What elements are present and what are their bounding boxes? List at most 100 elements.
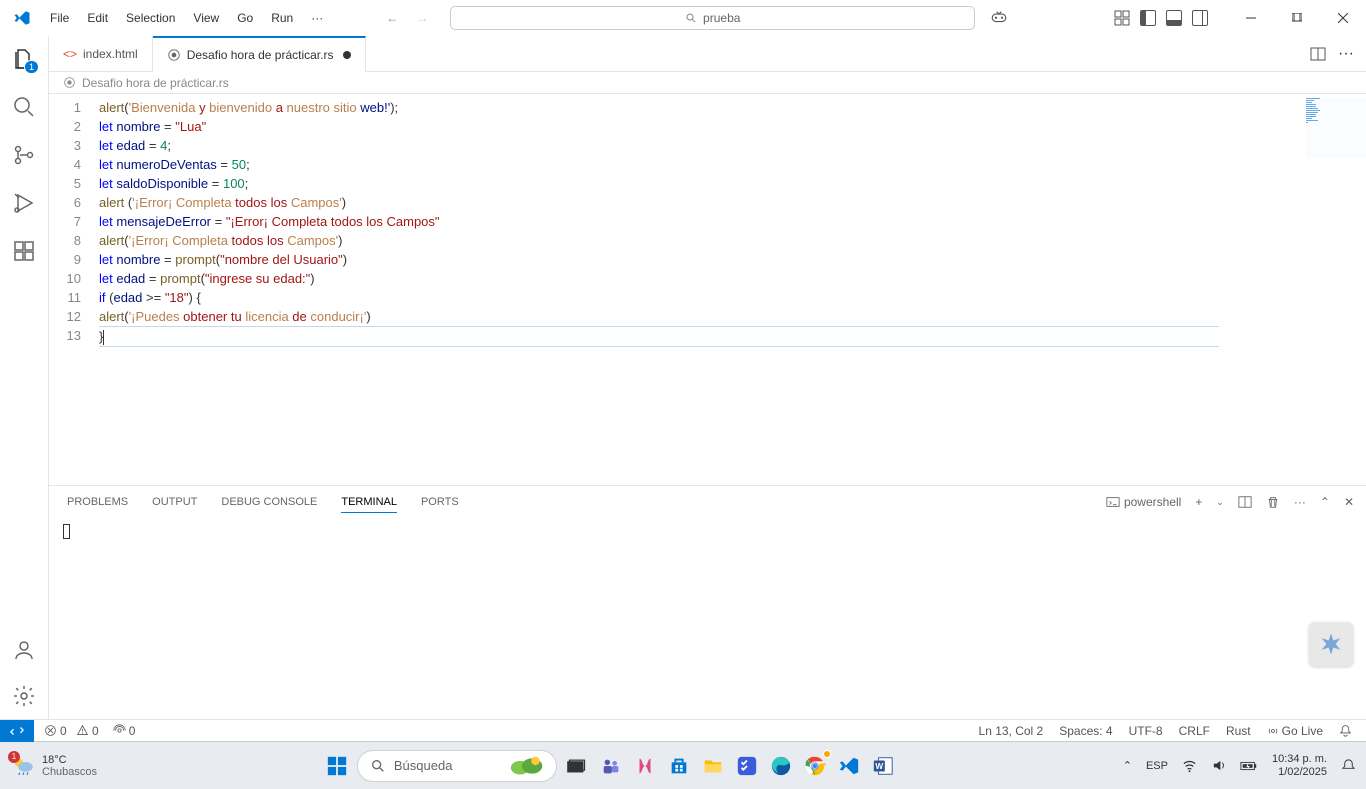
- panel-tab-terminal[interactable]: TERMINAL: [341, 492, 397, 513]
- file-explorer-icon[interactable]: [699, 752, 727, 780]
- tray-wifi-icon[interactable]: [1182, 758, 1197, 773]
- start-button-icon[interactable]: [323, 752, 351, 780]
- window-maximize-icon[interactable]: [1274, 0, 1320, 36]
- run-debug-icon[interactable]: [11, 190, 37, 216]
- split-editor-icon[interactable]: [1310, 46, 1326, 62]
- tray-volume-icon[interactable]: [1211, 758, 1226, 773]
- code-content[interactable]: alert('Bienvenida y bienvenido a nuestro…: [99, 94, 1366, 485]
- status-cursor-pos[interactable]: Ln 13, Col 2: [979, 724, 1044, 738]
- tray-language[interactable]: ESP: [1146, 760, 1168, 772]
- chrome-icon[interactable]: [801, 752, 829, 780]
- accounts-icon[interactable]: [11, 637, 37, 663]
- tray-notifications-icon[interactable]: [1341, 758, 1356, 773]
- menu-bar: File Edit Selection View Go Run ···: [42, 7, 331, 29]
- status-go-live[interactable]: Go Live: [1267, 724, 1323, 738]
- status-encoding[interactable]: UTF-8: [1129, 724, 1163, 738]
- settings-gear-icon[interactable]: [11, 683, 37, 709]
- tab-label: Desafio hora de prácticar.rs: [187, 48, 334, 62]
- explorer-badge: 1: [24, 60, 39, 74]
- status-spaces[interactable]: Spaces: 4: [1059, 724, 1112, 738]
- svg-text:W: W: [875, 761, 883, 770]
- rust-file-icon: [63, 76, 76, 89]
- activity-bar: 1: [0, 36, 48, 719]
- panel-close-icon[interactable]: ✕: [1344, 495, 1354, 509]
- todoist-icon[interactable]: [733, 752, 761, 780]
- explorer-icon[interactable]: 1: [11, 46, 37, 72]
- unsaved-indicator-icon: [343, 51, 351, 59]
- minimap[interactable]: ▬▬▬▬▬▬▬▬▬▬▬▬▬▬▬▬▬▬▬▬▬▬▬▬▬▬▬▬▬▬▬▬▬▬▬▬▬▬▬▬…: [1306, 98, 1366, 158]
- tray-clock[interactable]: 10:34 p. m. 1/02/2025: [1272, 753, 1327, 779]
- panel-tab-debug-console[interactable]: DEBUG CONSOLE: [221, 492, 317, 512]
- terminal[interactable]: [49, 518, 1366, 719]
- command-center-search[interactable]: prueba: [450, 6, 975, 30]
- copilot-taskbar-icon[interactable]: [631, 752, 659, 780]
- new-terminal-icon[interactable]: +: [1195, 495, 1202, 509]
- rust-file-icon: [167, 48, 181, 62]
- search-text: prueba: [703, 11, 740, 25]
- vscode-logo-icon: [12, 8, 32, 28]
- toggle-sidebar-right-icon[interactable]: [1192, 10, 1208, 26]
- search-icon[interactable]: [11, 94, 37, 120]
- tray-battery-icon[interactable]: [1240, 760, 1258, 772]
- tray-chevron-icon[interactable]: ⌃: [1123, 759, 1132, 772]
- taskbar-search-placeholder: Búsqueda: [394, 758, 453, 773]
- weather-widget[interactable]: 1 18°CChubascos: [10, 753, 97, 779]
- menu-edit[interactable]: Edit: [79, 7, 116, 29]
- line-numbers: 12345678910111213: [49, 94, 99, 485]
- teams-icon[interactable]: [597, 752, 625, 780]
- panel-tab-problems[interactable]: PROBLEMS: [67, 492, 128, 512]
- breadcrumb[interactable]: Desafio hora de prácticar.rs: [49, 72, 1366, 94]
- status-problems[interactable]: 0 0: [44, 724, 99, 738]
- terminal-cursor: [63, 524, 70, 539]
- panel-maximize-icon[interactable]: ⌃: [1320, 495, 1330, 509]
- tab-index-html[interactable]: <> index.html: [49, 36, 153, 71]
- source-control-icon[interactable]: [11, 142, 37, 168]
- nav-back-icon[interactable]: ←: [386, 11, 398, 25]
- windows-taskbar: 1 18°CChubascos Búsqueda W ⌃ ESP 10:34 p…: [0, 741, 1366, 789]
- remote-indicator-icon[interactable]: [0, 720, 34, 742]
- panel-tab-ports[interactable]: PORTS: [421, 492, 459, 512]
- status-bar: 0 0 0 Ln 13, Col 2 Spaces: 4 UTF-8 CRLF …: [0, 719, 1366, 741]
- more-actions-icon[interactable]: ···: [1338, 45, 1354, 63]
- window-minimize-icon[interactable]: [1228, 0, 1274, 36]
- extensions-icon[interactable]: [11, 238, 37, 264]
- microsoft-store-icon[interactable]: [665, 752, 693, 780]
- menu-view[interactable]: View: [185, 7, 227, 29]
- weather-desc: Chubascos: [42, 766, 97, 778]
- tab-desafio-rs[interactable]: Desafio hora de prácticar.rs: [153, 36, 367, 72]
- editor-tabs: <> index.html Desafio hora de prácticar.…: [49, 36, 1366, 72]
- terminal-shell-selector[interactable]: powershell: [1106, 495, 1181, 509]
- vscode-taskbar-icon[interactable]: [835, 752, 863, 780]
- status-language[interactable]: Rust: [1226, 724, 1251, 738]
- status-eol[interactable]: CRLF: [1179, 724, 1210, 738]
- layout-customize-icon[interactable]: [1114, 10, 1130, 26]
- copilot-floating-icon[interactable]: [1309, 622, 1353, 666]
- kill-terminal-icon[interactable]: [1266, 495, 1280, 509]
- panel-more-icon[interactable]: ···: [1294, 495, 1306, 509]
- code-editor[interactable]: 12345678910111213 alert('Bienvenida y bi…: [49, 94, 1366, 485]
- task-view-icon[interactable]: [563, 752, 591, 780]
- status-notifications-icon[interactable]: [1339, 724, 1352, 737]
- tab-label: index.html: [83, 47, 138, 61]
- breadcrumb-file: Desafio hora de prácticar.rs: [82, 76, 229, 90]
- menu-more-icon[interactable]: ···: [303, 7, 331, 29]
- weather-temp: 18°C: [42, 754, 97, 766]
- menu-go[interactable]: Go: [229, 7, 261, 29]
- bottom-panel: PROBLEMS OUTPUT DEBUG CONSOLE TERMINAL P…: [49, 485, 1366, 719]
- split-terminal-icon[interactable]: [1238, 495, 1252, 509]
- panel-tab-output[interactable]: OUTPUT: [152, 492, 197, 512]
- terminal-dropdown-icon[interactable]: ⌄: [1216, 497, 1224, 508]
- word-icon[interactable]: W: [869, 752, 897, 780]
- copilot-icon[interactable]: [990, 8, 1010, 28]
- taskbar-search[interactable]: Búsqueda: [357, 750, 557, 782]
- menu-file[interactable]: File: [42, 7, 77, 29]
- status-ports[interactable]: 0: [113, 724, 136, 738]
- nav-forward-icon[interactable]: →: [416, 11, 428, 25]
- html-file-icon: <>: [63, 47, 77, 61]
- menu-selection[interactable]: Selection: [118, 7, 183, 29]
- menu-run[interactable]: Run: [263, 7, 301, 29]
- edge-icon[interactable]: [767, 752, 795, 780]
- toggle-panel-icon[interactable]: [1166, 10, 1182, 26]
- window-close-icon[interactable]: [1320, 0, 1366, 36]
- toggle-sidebar-left-icon[interactable]: [1140, 10, 1156, 26]
